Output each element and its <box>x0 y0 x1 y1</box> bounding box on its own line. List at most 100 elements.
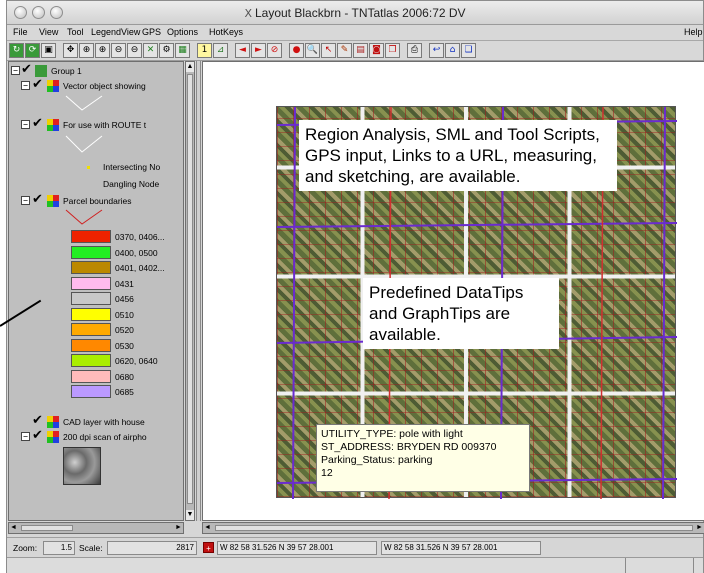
scale-one-icon[interactable]: 1 <box>197 43 212 58</box>
vector-layer-icon <box>47 80 59 92</box>
coordinate-field: W 82 58 31.526 N 39 57 28.001 <box>217 541 377 555</box>
layer-label: CAD layer with house <box>63 417 145 427</box>
class-swatch <box>71 261 111 274</box>
layer-label: Parcel boundaries <box>63 196 132 206</box>
class-swatch <box>71 323 111 336</box>
menu-legendview[interactable]: LegendView <box>91 27 140 37</box>
full-view-icon[interactable]: ▣ <box>41 43 56 58</box>
scroll-up-icon[interactable]: ▲ <box>186 62 194 72</box>
datatip-line: 12 <box>321 467 333 479</box>
map-horizontal-scrollbar[interactable]: ◄ ► <box>202 522 704 534</box>
search-icon[interactable]: 🔍 <box>305 43 320 58</box>
scroll-thumb[interactable] <box>21 525 73 531</box>
back-icon[interactable]: ◄ <box>235 43 250 58</box>
pan-icon[interactable]: ✥ <box>63 43 78 58</box>
scroll-right-icon[interactable]: ► <box>174 524 183 533</box>
line-style-icon <box>65 95 103 111</box>
scroll-right-icon[interactable]: ► <box>695 524 704 533</box>
zoom-in-icon[interactable]: ⊕ <box>95 43 110 58</box>
class-label: 0530 <box>115 340 134 351</box>
collapse-icon[interactable]: − <box>21 432 30 441</box>
zoom-extents-icon[interactable]: ✕ <box>143 43 158 58</box>
line-style-icon <box>65 135 103 153</box>
window-title-text: Layout Blackbrn - TNTatlas 2006:72 DV <box>254 6 466 20</box>
raster-layer-icon <box>47 431 59 443</box>
menu-help[interactable]: Help <box>684 27 703 37</box>
scroll-left-icon[interactable]: ◄ <box>203 524 212 533</box>
map-icon[interactable]: ▦ <box>175 43 190 58</box>
class-swatch <box>71 292 111 305</box>
copy-icon[interactable]: ❐ <box>385 43 400 58</box>
checkmark-icon[interactable]: ✔ <box>32 116 43 131</box>
return-icon[interactable]: ↩ <box>429 43 444 58</box>
forward-icon[interactable]: ► <box>251 43 266 58</box>
collapse-icon[interactable]: − <box>21 120 30 129</box>
x11-icon: X <box>244 7 252 20</box>
checkmark-icon[interactable]: ✔ <box>32 428 43 443</box>
cad-layer-icon <box>47 416 59 428</box>
measure-icon[interactable]: ⊿ <box>213 43 228 58</box>
menu-file[interactable]: File <box>13 27 28 37</box>
scale-field[interactable]: 2817 <box>107 541 197 555</box>
stop-icon[interactable]: ⊘ <box>267 43 282 58</box>
region-icon[interactable]: ◙ <box>369 43 384 58</box>
checkmark-icon[interactable]: ✔ <box>32 77 43 92</box>
coordinate-field: W 82 58 31.526 N 39 57 28.001 <box>381 541 541 555</box>
checkmark-icon[interactable]: ✔ <box>32 192 43 207</box>
legend-vertical-scrollbar[interactable]: ▲ ▼ <box>185 61 195 521</box>
menu-gps[interactable]: GPS <box>142 27 161 37</box>
vector-layer-icon <box>47 119 59 131</box>
crosshair-icon[interactable]: + <box>203 542 214 553</box>
scale-label: Scale: <box>79 543 103 553</box>
menu-tool[interactable]: Tool <box>67 27 84 37</box>
scroll-thumb[interactable] <box>187 74 193 504</box>
settings-icon[interactable]: ⚙ <box>159 43 174 58</box>
menu-view[interactable]: View <box>39 27 58 37</box>
zoom-field[interactable]: 1.5 <box>43 541 75 555</box>
layout-icon[interactable]: ▤ <box>353 43 368 58</box>
print-icon[interactable]: ⎙ <box>407 43 422 58</box>
layer-label: 200 dpi scan of airpho <box>63 432 147 442</box>
scroll-left-icon[interactable]: ◄ <box>9 524 18 533</box>
scroll-thumb[interactable] <box>215 525 693 531</box>
redraw-all-icon[interactable]: ⟳ <box>25 43 40 58</box>
checkmark-icon[interactable]: ✔ <box>32 413 43 428</box>
feature-callout: Region Analysis, SML and Tool Scripts, G… <box>299 120 617 191</box>
zoom-previous-icon[interactable]: ⊖ <box>127 43 142 58</box>
class-swatch <box>71 369 111 383</box>
sketch-icon[interactable]: ✎ <box>337 43 352 58</box>
legend-horizontal-scrollbar[interactable]: ◄ ► <box>8 522 184 534</box>
window-title: X Layout Blackbrn - TNTatlas 2006:72 DV <box>7 6 703 20</box>
collapse-icon[interactable]: − <box>21 196 30 205</box>
select-arrow-icon[interactable]: ↖ <box>321 43 336 58</box>
find-icon[interactable]: ● <box>289 43 304 58</box>
redraw-icon[interactable]: ↻ <box>9 43 24 58</box>
pane-splitter[interactable] <box>196 61 201 521</box>
collapse-icon[interactable]: − <box>21 81 30 90</box>
map-view[interactable]: Region Analysis, SML and Tool Scripts, G… <box>202 61 704 521</box>
class-swatch <box>71 276 111 290</box>
home-icon[interactable]: ⌂ <box>445 43 460 58</box>
scroll-down-icon[interactable]: ▼ <box>186 510 194 520</box>
checkmark-icon[interactable]: ✔ <box>21 62 32 77</box>
datatip-line: UTILITY_TYPE: pole with light <box>321 428 463 440</box>
class-label: 0456 <box>115 294 134 304</box>
class-swatch <box>71 338 111 352</box>
zoom-out-icon[interactable]: ⊖ <box>111 43 126 58</box>
menu-options[interactable]: Options <box>167 27 198 37</box>
class-swatch <box>71 307 111 321</box>
menu-hotkeys[interactable]: HotKeys <box>209 27 243 37</box>
collapse-icon[interactable]: − <box>11 66 20 75</box>
datatip-popup: UTILITY_TYPE: pole with light ST_ADDRESS… <box>316 424 530 492</box>
class-label: 0520 <box>115 325 134 335</box>
line-style-icon <box>65 209 103 225</box>
layer-label: Vector object showing <box>63 81 146 91</box>
class-label: 0685 <box>115 387 134 397</box>
divider <box>693 558 694 573</box>
class-swatch <box>71 245 111 259</box>
app-window: X Layout Blackbrn - TNTatlas 2006:72 DV F… <box>6 0 704 573</box>
class-label: 0510 <box>115 309 134 320</box>
group-icon <box>35 65 47 77</box>
windows-icon[interactable]: ❏ <box>461 43 476 58</box>
zoom-box-icon[interactable]: ⊕ <box>79 43 94 58</box>
